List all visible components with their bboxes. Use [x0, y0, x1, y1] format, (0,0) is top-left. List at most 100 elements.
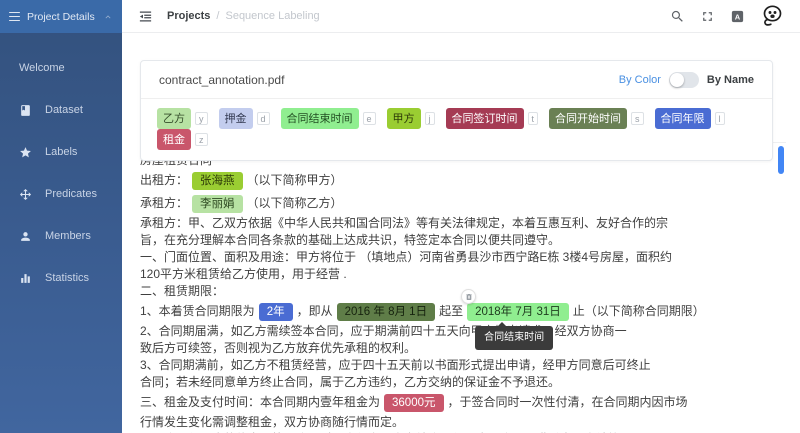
- project-title: Project Details: [27, 10, 95, 23]
- label-chip-text: 押金: [218, 108, 253, 129]
- doc-text: 三、租金及支付时间：本合同期内壹年租金为: [140, 395, 381, 409]
- doc-text: 起至: [439, 304, 464, 318]
- label-shortcut-key: l: [714, 112, 725, 125]
- label-chip[interactable]: 合同开始时间 s: [549, 108, 644, 129]
- document-filename: contract_annotation.pdf: [159, 72, 285, 87]
- sidebar-item-welcome[interactable]: Welcome: [0, 47, 122, 89]
- doc-line: 120平方米租赁给乙方使用，用于经营 .: [140, 266, 780, 283]
- scrollbar-thumb[interactable]: [778, 146, 784, 174]
- switch-knob: [669, 72, 684, 87]
- doc-text: （以下简称甲方）: [246, 173, 343, 187]
- label-shortcut-key: d: [256, 112, 270, 125]
- move-icon: [18, 188, 33, 201]
- doc-line: 致后方可续签，否则视为乙方放弃优先承租的权利。: [140, 340, 780, 357]
- doc-text: ，即从: [296, 304, 333, 318]
- annotation-chip[interactable]: 李丽娟: [192, 195, 243, 213]
- breadcrumb-current: Sequence Labeling: [225, 10, 320, 22]
- annotation-chip[interactable]: 2年: [258, 303, 293, 321]
- label-chip[interactable]: 合同结束时间 e: [280, 108, 376, 129]
- label-chip-text: 合同年限: [654, 108, 711, 129]
- doc-line: 三、租金及支付时间：本合同期内壹年租金为 36000元 ，于签合同时一次性付清，在合…: [140, 391, 780, 414]
- person-icon: [18, 230, 33, 243]
- label-chip-text: 租金: [157, 129, 191, 150]
- doc-line: 二、租赁期限：: [140, 283, 780, 300]
- sidebar-header: Project Details: [0, 0, 122, 33]
- sort-toggle: By Color By Name: [619, 71, 754, 88]
- svg-text:A: A: [735, 12, 741, 21]
- fullscreen-icon[interactable]: [700, 9, 715, 24]
- label-chip[interactable]: 押金 d: [218, 108, 270, 129]
- sidebar-item-label: Welcome: [19, 62, 65, 74]
- sidebar-item-statistics[interactable]: Statistics: [0, 257, 122, 299]
- doc-text: 止（以下简称合同期限）: [572, 304, 705, 318]
- annotation-tooltip: 合同结束时间: [475, 322, 554, 350]
- doc-text: 一、门面位置、面积及用途：甲方将位于 （填地点）河南省勇县沙市西宁路E栋 3楼4…: [140, 250, 673, 264]
- doc-line: 旨，在充分理解本合同各条款的基础上达成共识，特签定本合同以便共同遵守。: [140, 232, 780, 249]
- search-icon[interactable]: [670, 9, 685, 24]
- doc-line: 2、合同期届满，如乙方需续签本合同，应于期满前四十五天向甲方提出请求，经双方协商…: [140, 323, 780, 340]
- label-shortcut-key: z: [195, 133, 208, 146]
- doc-text: 3、合同期满前，如乙方不租赁经营，应于四十五天前以书面形式提出申请，经甲方同意后…: [140, 358, 651, 372]
- doc-text: 行情发生变化需调整租金，双方协商随行情而定。: [140, 415, 405, 429]
- doc-text: 120平方米租赁给乙方使用，用于经营 .: [140, 267, 347, 281]
- by-color-label[interactable]: By Color: [619, 74, 661, 86]
- sidebar-item-label: Statistics: [45, 272, 90, 284]
- label-shortcut-key: t: [527, 112, 539, 125]
- doc-line: 合同；若未经同意单方终止合同，属于乙方违约，乙方交纳的保证金不予退还。: [140, 374, 780, 391]
- doc-line: 承租方： 李丽娟 （以下简称乙方）: [140, 192, 780, 215]
- delete-annotation-button[interactable]: [461, 289, 477, 304]
- topbar: Projects / Sequence Labeling A: [122, 0, 800, 33]
- doc-text: 出租方：: [140, 173, 189, 187]
- by-name-label[interactable]: By Name: [707, 74, 754, 86]
- sidebar-item-label: Predicates: [45, 188, 97, 200]
- sidebar-item-dataset[interactable]: Dataset: [0, 89, 122, 131]
- breadcrumb-projects[interactable]: Projects: [167, 10, 210, 22]
- bar-chart-icon: [18, 272, 33, 285]
- label-chip[interactable]: 合同年限 l: [654, 108, 725, 129]
- label-shortcut-key: s: [631, 112, 644, 125]
- translate-icon[interactable]: A: [730, 9, 745, 24]
- sidebar-item-labels[interactable]: Labels: [0, 131, 122, 173]
- card-header: contract_annotation.pdf By Color By Name: [141, 61, 772, 98]
- sidebar-item-label: Labels: [45, 146, 78, 158]
- menu-toggle-icon[interactable]: [138, 9, 153, 24]
- star-icon: [18, 146, 33, 159]
- annotation-chip[interactable]: 36000元: [384, 394, 444, 412]
- color-name-switch[interactable]: [668, 71, 699, 88]
- breadcrumb-separator: /: [216, 10, 220, 22]
- chevron-up-icon[interactable]: [103, 12, 113, 22]
- document-card: contract_annotation.pdf By Color By Name…: [140, 60, 773, 161]
- hamburger-icon[interactable]: [9, 11, 20, 22]
- sidebar-item-label: Dataset: [45, 104, 83, 116]
- label-chip[interactable]: 甲方 j: [386, 108, 435, 129]
- doc-text: 致后方可续签，否则视为乙方放弃优先承租的权利。: [140, 341, 417, 355]
- label-shortcut-key: e: [362, 112, 376, 125]
- book-icon: [18, 104, 33, 117]
- label-chip[interactable]: 租金 z: [157, 129, 208, 150]
- label-chip-text: 合同开始时间: [549, 108, 628, 129]
- doc-text: 承租方：甲、乙双方依据《中华人民共和国合同法》等有关法律规定，本着互惠互利、友好…: [140, 216, 669, 230]
- label-palette: 乙方 y 押金 d 合同结束时间 e 甲方 j 合同签订时间 t 合同开始时间 s 合同年限 l 租金 z: [141, 98, 772, 160]
- doc-text: 旨，在充分理解本合同各条款的基础上达成共识，特签定本合同以便共同遵守。: [140, 233, 561, 247]
- doc-line: 一、门面位置、面积及用途：甲方将位于 （填地点）河南省勇县沙市西宁路E栋 3楼4…: [140, 249, 780, 266]
- sidebar-item-label: Members: [45, 230, 91, 242]
- label-chip-text: 甲方: [386, 108, 421, 129]
- avatar-face-icon[interactable]: [760, 4, 784, 28]
- annotation-chip[interactable]: 张海燕: [192, 172, 243, 190]
- sidebar-item-predicates[interactable]: Predicates: [0, 173, 122, 215]
- sidebar-nav: Welcome Dataset Labels Predicates Members Sta…: [0, 33, 122, 299]
- annotation-chip[interactable]: 2018年 7月 31日 合同结束时间: [461, 289, 569, 350]
- doc-text: （以下简称乙方）: [246, 196, 343, 210]
- doc-line: 出租方： 张海燕 （以下简称甲方）: [140, 169, 780, 192]
- label-chip[interactable]: 乙方 y: [157, 108, 208, 129]
- doc-text: 承租方：: [140, 196, 189, 210]
- annotation-chip[interactable]: 2016 年 8月 1日: [336, 303, 436, 321]
- doc-line: 行情发生变化需调整租金，双方协商随行情而定。: [140, 414, 780, 431]
- label-shortcut-key: y: [195, 112, 208, 125]
- sidebar-item-members[interactable]: Members: [0, 215, 122, 257]
- label-chip-text: 乙方: [157, 108, 191, 129]
- label-chip-text: 合同签订时间: [445, 108, 524, 129]
- label-chip-text: 合同结束时间: [280, 108, 359, 129]
- sidebar: Project Details Welcome Dataset Labels Pred…: [0, 0, 122, 433]
- label-chip[interactable]: 合同签订时间 t: [445, 108, 539, 129]
